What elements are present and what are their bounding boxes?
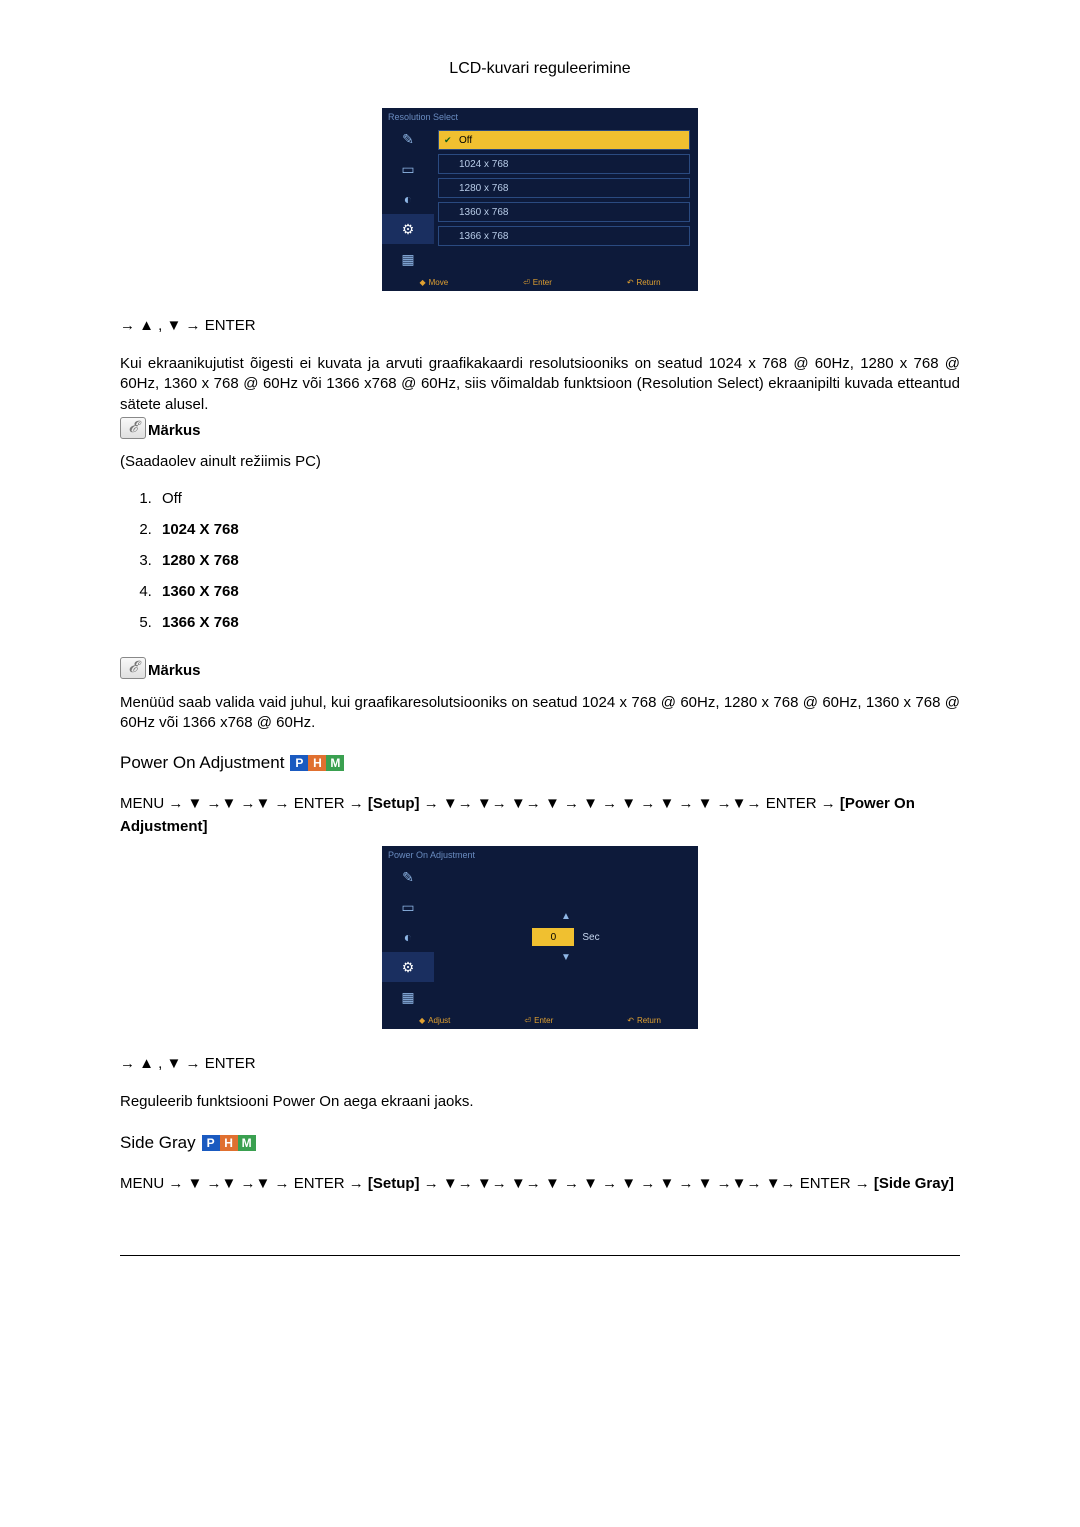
mode-badges: P H M <box>290 755 344 771</box>
multi-icon: ▦ <box>382 982 434 1012</box>
list-item: 1366 X 768 <box>156 614 960 631</box>
picture-icon: ✎ <box>382 862 434 892</box>
osd-unit: Sec <box>582 932 599 943</box>
osd-icon-column: ✎ ▭ ◐ ⚙ ▦ <box>382 862 434 1012</box>
timer-icon: ◐ <box>382 922 434 952</box>
osd-footer-return: ↶ Return <box>627 278 661 287</box>
osd-title: Power On Adjustment <box>382 846 698 862</box>
osd-footer-return: ↶ Return <box>627 1016 661 1025</box>
osd-option-1360[interactable]: 1360 x 768 <box>438 202 690 222</box>
osd-option-list: Off 1024 x 768 1280 x 768 1360 x 768 136… <box>434 124 698 274</box>
osd-footer-enter: ⏎ Enter <box>524 1016 553 1025</box>
osd-title: Resolution Select <box>382 108 698 124</box>
osd-footer-move: ◆ Move <box>419 278 448 287</box>
description-paragraph-3: Reguleerib funktsiooni Power On aega ekr… <box>120 1092 960 1112</box>
osd-value: 0 <box>532 928 574 946</box>
screen-icon: ▭ <box>382 892 434 922</box>
resolution-list: Off 1024 X 768 1280 X 768 1360 X 768 136… <box>120 490 960 631</box>
nav-sequence-1: → ▲ , ▼ → ENTER <box>120 317 960 334</box>
setup-icon: ⚙ <box>382 952 434 982</box>
osd-option-1366[interactable]: 1366 x 768 <box>438 226 690 246</box>
section-power-on-adjustment: Power On Adjustment P H M <box>120 753 960 773</box>
nav-sequence-2: → ▲ , ▼ → ENTER <box>120 1055 960 1072</box>
description-paragraph-1: Kui ekraanikujutist õigesti ei kuvata ja… <box>120 354 960 415</box>
osd-footer-enter: ⏎ Enter <box>523 278 552 287</box>
screen-icon: ▭ <box>382 154 434 184</box>
osd-icon-column: ✎ ▭ ◐ ⚙ ▦ <box>382 124 434 274</box>
footer-divider <box>120 1255 960 1256</box>
down-arrow-icon[interactable]: ▼ <box>561 952 571 963</box>
osd-option-1024[interactable]: 1024 x 768 <box>438 154 690 174</box>
page: LCD-kuvari reguleerimine Resolution Sele… <box>0 0 1080 1296</box>
osd-option-1280[interactable]: 1280 x 768 <box>438 178 690 198</box>
note-1-text: (Saadaolev ainult režiimis PC) <box>120 453 960 470</box>
note-label: Märkus <box>148 662 201 679</box>
badge-p-icon: P <box>202 1135 220 1151</box>
description-paragraph-2: Menüüd saab valida vaid juhul, kui graaf… <box>120 693 960 734</box>
picture-icon: ✎ <box>382 124 434 154</box>
menu-path-side-gray: MENU → ▼ →▼ →▼ → ENTER → [Setup] → ▼→ ▼→… <box>120 1173 960 1196</box>
list-item: Off <box>156 490 960 507</box>
multi-icon: ▦ <box>382 244 434 274</box>
badge-m-icon: M <box>238 1135 256 1151</box>
badge-p-icon: P <box>290 755 308 771</box>
note-1: 𝓔 Märkus <box>120 417 960 439</box>
section-title: Side Gray <box>120 1133 196 1153</box>
osd-footer: ◆ Adjust ⏎ Enter ↶ Return <box>382 1012 698 1029</box>
list-item: 1024 X 768 <box>156 521 960 538</box>
menu-path-power-on: MENU → ▼ →▼ →▼ → ENTER → [Setup] → ▼→ ▼→… <box>120 793 960 838</box>
osd-resolution-select: Resolution Select ✎ ▭ ◐ ⚙ ▦ Off 1024 x 7… <box>382 108 698 291</box>
note-icon: 𝓔 <box>120 417 146 439</box>
osd-footer-adjust: ◆ Adjust <box>419 1016 450 1025</box>
section-side-gray: Side Gray P H M <box>120 1133 960 1153</box>
badge-h-icon: H <box>308 755 326 771</box>
page-title: LCD-kuvari reguleerimine <box>120 60 960 78</box>
badge-h-icon: H <box>220 1135 238 1151</box>
note-label: Märkus <box>148 422 201 439</box>
osd-value-area: ▲ 0 Sec ▼ <box>434 862 698 1012</box>
osd-power-on-adjustment: Power On Adjustment ✎ ▭ ◐ ⚙ ▦ ▲ 0 Sec ▼ … <box>382 846 698 1029</box>
list-item: 1280 X 768 <box>156 552 960 569</box>
osd-option-off[interactable]: Off <box>438 130 690 150</box>
badge-m-icon: M <box>326 755 344 771</box>
note-2: 𝓔 Märkus <box>120 657 960 679</box>
note-icon: 𝓔 <box>120 657 146 679</box>
osd-footer: ◆ Move ⏎ Enter ↶ Return <box>382 274 698 291</box>
mode-badges: P H M <box>202 1135 256 1151</box>
up-arrow-icon[interactable]: ▲ <box>561 911 571 922</box>
setup-icon: ⚙ <box>382 214 434 244</box>
section-title: Power On Adjustment <box>120 753 284 773</box>
timer-icon: ◐ <box>382 184 434 214</box>
list-item: 1360 X 768 <box>156 583 960 600</box>
